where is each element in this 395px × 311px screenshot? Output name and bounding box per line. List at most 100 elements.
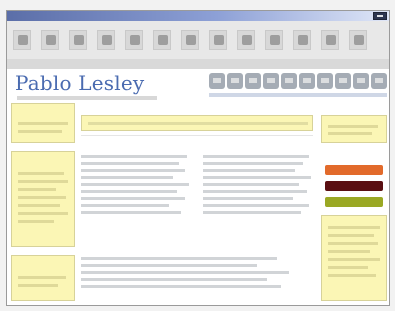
- mail-icon: [242, 35, 252, 45]
- article-text-line: [81, 197, 185, 200]
- promo-green-button[interactable]: [325, 197, 383, 207]
- right-sidebar: [321, 103, 387, 301]
- link-icon[interactable]: [299, 73, 315, 89]
- link-icon[interactable]: [281, 73, 297, 89]
- left-text-line: [18, 276, 66, 279]
- right-text-line: [328, 242, 378, 245]
- home-icon: [130, 35, 140, 45]
- link-icon[interactable]: [335, 73, 351, 89]
- stop-icon[interactable]: [69, 30, 87, 50]
- right-text-line: [328, 266, 368, 269]
- search-icon[interactable]: [153, 30, 171, 50]
- right-text-line: [328, 226, 380, 229]
- list-text-line: [81, 271, 289, 274]
- refresh-icon[interactable]: [97, 30, 115, 50]
- page-content: Pablo Lesley: [7, 69, 389, 305]
- list-text-line: [81, 278, 267, 281]
- right-text-line: [328, 125, 378, 128]
- refresh-icon: [102, 35, 112, 45]
- header-nav-line: [209, 93, 387, 97]
- left-text-line: [18, 172, 64, 175]
- right-text-line: [328, 132, 372, 135]
- print-icon[interactable]: [265, 30, 283, 50]
- article-text-line: [203, 176, 311, 179]
- left-text-line: [18, 204, 60, 207]
- right-box-top: [321, 115, 387, 143]
- article-text-line: [203, 183, 299, 186]
- article-text-line: [203, 162, 303, 165]
- article-right: [203, 141, 313, 237]
- browser-toolbar: [7, 21, 389, 60]
- discuss-icon[interactable]: [321, 30, 339, 50]
- list-text-line: [81, 285, 281, 288]
- mail-icon[interactable]: [237, 30, 255, 50]
- stop-icon: [74, 35, 84, 45]
- left-sidebar: [11, 103, 75, 301]
- article-text-line: [203, 155, 309, 158]
- link-icon[interactable]: [263, 73, 279, 89]
- article-text-line: [81, 204, 169, 207]
- article-text-line: [203, 211, 301, 214]
- forward-icon: [46, 35, 56, 45]
- history-icon: [214, 35, 224, 45]
- article-text-line: [203, 197, 293, 200]
- article-text-line: [81, 190, 177, 193]
- history-icon[interactable]: [209, 30, 227, 50]
- close-icon[interactable]: [373, 12, 387, 20]
- link-icon[interactable]: [353, 73, 369, 89]
- left-text-line: [18, 196, 66, 199]
- back-icon[interactable]: [13, 30, 31, 50]
- messenger-icon: [354, 35, 364, 45]
- header-icon-row: [209, 73, 387, 91]
- link-icon[interactable]: [227, 73, 243, 89]
- banner-text-line: [88, 122, 308, 125]
- article-left: [81, 141, 191, 237]
- article-text-line: [81, 176, 173, 179]
- link-icon[interactable]: [317, 73, 333, 89]
- right-text-line: [328, 250, 370, 253]
- back-icon: [18, 35, 28, 45]
- article-text-line: [203, 204, 309, 207]
- discuss-icon: [326, 35, 336, 45]
- right-box-bottom: [321, 215, 387, 301]
- home-icon[interactable]: [125, 30, 143, 50]
- left-text-line: [18, 188, 56, 191]
- article-text-line: [81, 183, 189, 186]
- favorites-icon[interactable]: [181, 30, 199, 50]
- search-icon: [158, 35, 168, 45]
- article-text-line: [203, 169, 295, 172]
- site-header: Pablo Lesley: [7, 69, 389, 101]
- site-tagline: [17, 96, 157, 100]
- highlight-banner: [81, 115, 313, 131]
- messenger-icon[interactable]: [349, 30, 367, 50]
- edit-icon[interactable]: [293, 30, 311, 50]
- main-divider: [81, 135, 313, 136]
- left-box-top: [11, 103, 75, 143]
- browser-window: Pablo Lesley: [6, 10, 390, 306]
- forward-icon[interactable]: [41, 30, 59, 50]
- site-logo-text[interactable]: Pablo Lesley: [15, 71, 144, 95]
- right-text-line: [328, 274, 376, 277]
- right-text-line: [328, 258, 380, 261]
- left-box-middle: [11, 151, 75, 247]
- left-text-line: [18, 180, 68, 183]
- article-text-line: [81, 211, 181, 214]
- left-text-line: [18, 122, 68, 125]
- link-icon[interactable]: [245, 73, 261, 89]
- list-text-line: [81, 264, 257, 267]
- article-text-line: [203, 190, 307, 193]
- link-icon[interactable]: [371, 73, 387, 89]
- left-text-line: [18, 212, 68, 215]
- window-title-bar: [7, 11, 389, 21]
- promo-orange-button[interactable]: [325, 165, 383, 175]
- print-icon: [270, 35, 280, 45]
- link-icon[interactable]: [209, 73, 225, 89]
- article-text-line: [81, 155, 187, 158]
- list-text-line: [81, 257, 277, 260]
- promo-dark-red-button[interactable]: [325, 181, 383, 191]
- left-text-line: [18, 220, 54, 223]
- right-text-line: [328, 234, 374, 237]
- favorites-icon: [186, 35, 196, 45]
- article-text-line: [81, 169, 185, 172]
- left-box-bottom: [11, 255, 75, 301]
